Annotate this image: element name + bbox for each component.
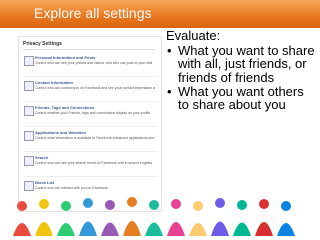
bullet-text: What you want others to share about you bbox=[178, 83, 304, 113]
panel-title: Privacy Settings bbox=[23, 41, 62, 47]
bullet-item: • What you want others to share about you bbox=[167, 83, 316, 113]
settings-row[interactable]: Applications and Websites Control what i… bbox=[23, 130, 157, 152]
person-icon bbox=[101, 200, 119, 236]
person-icon bbox=[189, 201, 207, 236]
person-icon bbox=[211, 198, 229, 236]
divider bbox=[23, 76, 157, 77]
settings-icon bbox=[24, 181, 34, 191]
divider bbox=[23, 126, 157, 127]
divider bbox=[23, 101, 157, 102]
divider bbox=[23, 176, 157, 177]
person-icon bbox=[79, 198, 97, 236]
settings-icon bbox=[24, 81, 34, 91]
bullet-item: • What you want to share with all, just f… bbox=[167, 43, 316, 85]
settings-row[interactable]: Personal Information and Posts Control w… bbox=[23, 55, 157, 77]
person-icon bbox=[255, 199, 273, 236]
slide-title: Explore all settings bbox=[34, 5, 152, 21]
people-illustration bbox=[13, 197, 295, 236]
bullet-text: What you want to share with all, just fr… bbox=[178, 43, 315, 85]
title-bar: Explore all settings bbox=[0, 0, 320, 28]
row-desc: Control who can see your search result o… bbox=[35, 161, 153, 165]
settings-icon bbox=[24, 56, 34, 66]
person-icon bbox=[277, 201, 295, 236]
row-desc: Control who can see your photos and vide… bbox=[35, 61, 153, 65]
row-desc: Control who can contact you on Facebook … bbox=[35, 86, 155, 90]
divider bbox=[23, 49, 155, 50]
bullet-list: • What you want to share with all, just f… bbox=[166, 43, 316, 113]
bullet-icon: • bbox=[167, 83, 172, 99]
settings-icon bbox=[24, 106, 34, 116]
row-title[interactable]: Search bbox=[35, 155, 48, 160]
row-title[interactable]: Block List bbox=[35, 180, 54, 185]
settings-row[interactable]: Friends, Tags and Connections Control wh… bbox=[23, 105, 157, 127]
person-icon bbox=[233, 200, 251, 236]
person-icon bbox=[167, 199, 185, 236]
privacy-settings-screenshot: Privacy Settings Personal Information an… bbox=[18, 36, 162, 212]
evaluate-heading: Evaluate: bbox=[166, 28, 221, 43]
row-title[interactable]: Applications and Websites bbox=[35, 130, 86, 135]
row-desc: Control what information is available to… bbox=[35, 136, 155, 140]
slide-body: Evaluate: • What you want to share with a… bbox=[166, 28, 316, 113]
person-icon bbox=[35, 199, 53, 236]
row-title[interactable]: Personal Information and Posts bbox=[35, 55, 95, 60]
row-desc: Control who can interact with you on Fac… bbox=[35, 186, 108, 190]
settings-icon bbox=[24, 131, 34, 141]
person-icon bbox=[123, 197, 141, 236]
settings-row[interactable]: Contact Information Control who can cont… bbox=[23, 80, 157, 102]
divider bbox=[23, 151, 157, 152]
row-desc: Control whether your Friends, tags and c… bbox=[35, 111, 151, 115]
person-icon bbox=[57, 201, 75, 236]
row-title[interactable]: Friends, Tags and Connections bbox=[35, 105, 94, 110]
person-icon bbox=[13, 201, 31, 236]
person-icon bbox=[145, 200, 163, 236]
settings-icon bbox=[24, 156, 34, 166]
bullet-icon: • bbox=[167, 43, 172, 58]
row-title[interactable]: Contact Information bbox=[35, 80, 73, 85]
settings-row[interactable]: Search Control who can see your search r… bbox=[23, 155, 157, 177]
